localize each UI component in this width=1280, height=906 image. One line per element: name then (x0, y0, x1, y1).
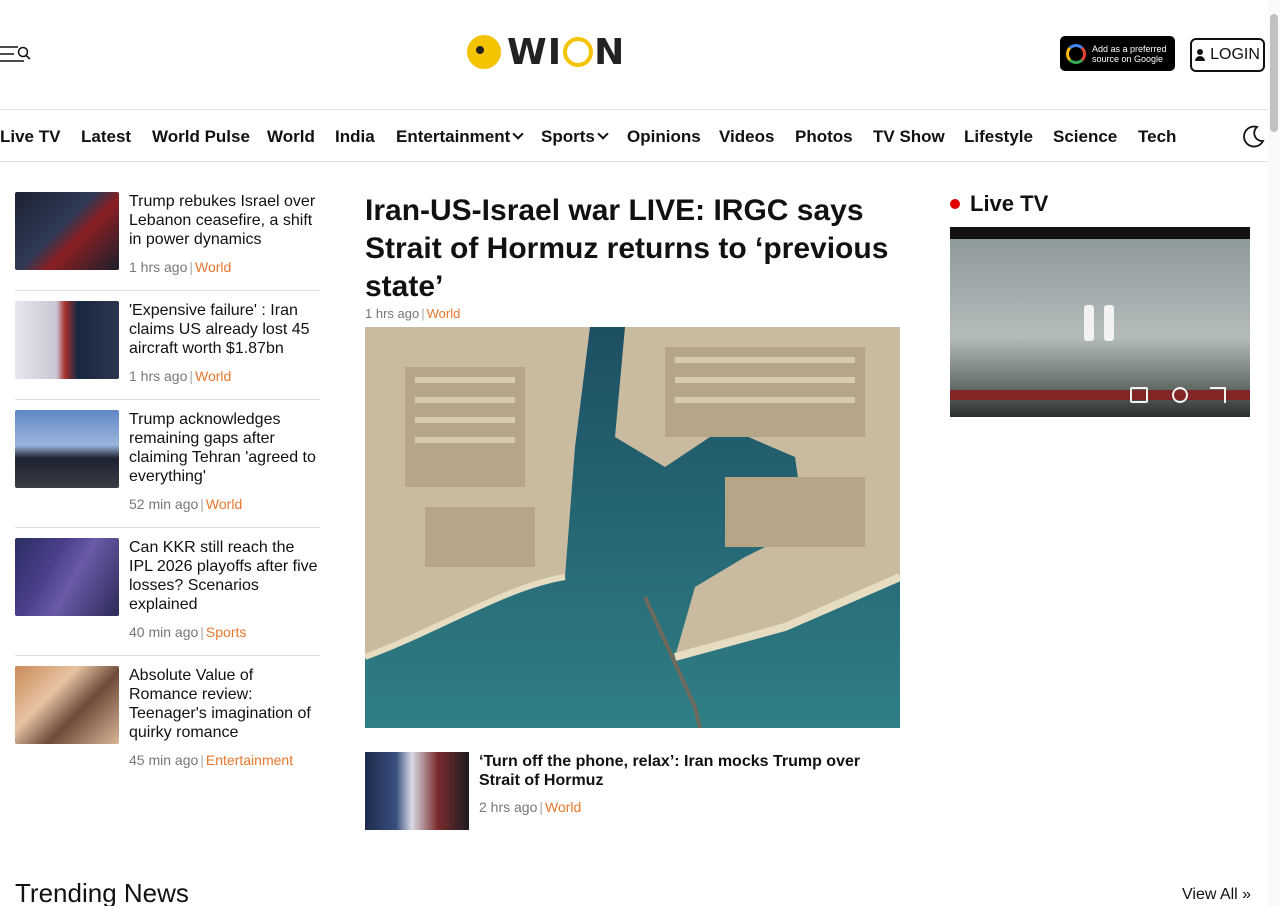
nav-item-sports[interactable]: Sports (541, 127, 609, 147)
story-meta: 52 min ago | World (129, 496, 243, 512)
story-category[interactable]: World (195, 259, 231, 275)
live-tv-label: Live TV (970, 191, 1049, 216)
breaking-ticker (950, 390, 1250, 400)
settings-gear-icon[interactable] (1172, 387, 1188, 403)
pause-icon[interactable] (1084, 305, 1116, 341)
story-category[interactable]: Entertainment (206, 752, 293, 768)
story-time: 52 min ago (129, 496, 199, 512)
logo-mark-icon (467, 35, 501, 69)
story-thumbnail[interactable] (365, 752, 469, 830)
list-item[interactable]: Trump rebukes Israel over Lebanon ceasef… (15, 192, 320, 282)
menu-search-icon[interactable] (0, 44, 32, 64)
divider (15, 399, 320, 400)
story-time: 40 min ago (129, 624, 199, 640)
nav-item-india[interactable]: India (335, 127, 375, 147)
nav-item-science[interactable]: Science (1053, 127, 1117, 147)
story-time: 1 hrs ago (129, 368, 188, 384)
list-item[interactable]: 'Expensive failure' : Iran claims US alr… (15, 301, 320, 391)
dark-mode-moon-icon[interactable] (1240, 124, 1266, 150)
divider (15, 527, 320, 528)
live-tv-heading[interactable]: Live TV (950, 191, 1048, 217)
nav-item-live-tv[interactable]: Live TV (0, 127, 60, 147)
secondary-story-meta: 2 hrs ago | World (479, 799, 582, 815)
mute-icon[interactable] (1130, 387, 1148, 403)
nav-item-world[interactable]: World (267, 127, 315, 147)
nav-item-videos[interactable]: Videos (719, 127, 774, 147)
divider (15, 655, 320, 656)
wion-logo[interactable]: WI N (467, 31, 626, 73)
story-time: 45 min ago (129, 752, 199, 768)
login-label: LOGIN (1210, 46, 1260, 63)
nav-item-photos[interactable]: Photos (795, 127, 853, 147)
main-nav: Live TV Latest World Pulse World India E… (0, 111, 1280, 162)
login-button[interactable]: LOGIN (1190, 38, 1265, 72)
story-title[interactable]: Trump rebukes Israel over Lebanon ceasef… (129, 192, 320, 249)
story-meta: 1 hrs ago | World (129, 368, 232, 384)
site-header: WI N Add as a preferred source on Google … (0, 0, 1280, 110)
story-thumbnail[interactable] (15, 410, 119, 488)
divider (15, 290, 320, 291)
live-dot-icon (950, 199, 960, 209)
nav-item-lifestyle[interactable]: Lifestyle (964, 127, 1033, 147)
google-preferred-source-button[interactable]: Add as a preferred source on Google (1060, 36, 1175, 71)
story-meta: 45 min ago | Entertainment (129, 752, 294, 768)
logo-wordmark: WI N (507, 31, 626, 73)
story-title[interactable]: 'Expensive failure' : Iran claims US alr… (129, 301, 320, 358)
story-meta: 1 hrs ago | World (129, 259, 232, 275)
story-thumbnail[interactable] (15, 666, 119, 744)
story-title[interactable]: Trump acknowledges remaining gaps after … (129, 410, 320, 486)
story-category[interactable]: World (195, 368, 231, 384)
nav-item-entertainment[interactable]: Entertainment (396, 127, 524, 147)
story-thumbnail[interactable] (15, 192, 119, 270)
story-category[interactable]: World (206, 496, 242, 512)
nav-item-entertainment-label: Entertainment (396, 127, 511, 146)
nav-item-tech[interactable]: Tech (1138, 127, 1176, 147)
story-category[interactable]: World (545, 799, 581, 815)
story-title[interactable]: Absolute Value of Romance review: Teenag… (129, 666, 320, 742)
list-item[interactable]: Can KKR still reach the IPL 2026 playoff… (15, 538, 320, 648)
user-icon (1195, 49, 1206, 61)
nav-item-sports-label: Sports (541, 127, 595, 146)
google-icon (1066, 43, 1086, 64)
fullscreen-icon[interactable] (1210, 387, 1226, 403)
chevron-down-icon (512, 128, 524, 140)
view-all-link[interactable]: View All » (1182, 886, 1251, 904)
main-story-headline[interactable]: Iran-US-Israel war LIVE: IRGC says Strai… (365, 192, 900, 306)
main-story-meta: 1 hrs ago | World (365, 306, 461, 321)
trending-news-heading: Trending News (15, 878, 189, 906)
story-time: 1 hrs ago (129, 259, 188, 275)
story-title[interactable]: Can KKR still reach the IPL 2026 playoff… (129, 538, 320, 614)
story-thumbnail[interactable] (15, 538, 119, 616)
page-scrollbar[interactable] (1268, 0, 1280, 906)
main-story-image[interactable] (365, 327, 900, 728)
list-item[interactable]: Trump acknowledges remaining gaps after … (15, 410, 320, 520)
chevron-down-icon (597, 128, 609, 140)
nav-item-opinions[interactable]: Opinions (627, 127, 701, 147)
live-tv-player[interactable] (950, 227, 1250, 417)
story-category[interactable]: Sports (206, 624, 246, 640)
story-time: 1 hrs ago (365, 306, 420, 321)
google-badge-label: Add as a preferred source on Google (1092, 43, 1167, 64)
list-item[interactable]: Absolute Value of Romance review: Teenag… (15, 666, 320, 776)
story-category[interactable]: World (427, 306, 461, 321)
story-thumbnail[interactable] (15, 301, 119, 379)
secondary-story-title[interactable]: ‘Turn off the phone, relax’: Iran mocks … (479, 752, 900, 790)
scrollbar-thumb[interactable] (1270, 14, 1278, 132)
nav-item-world-pulse[interactable]: World Pulse (152, 127, 250, 147)
nav-item-latest[interactable]: Latest (81, 127, 131, 147)
nav-item-tv-show[interactable]: TV Show (873, 127, 945, 147)
story-meta: 40 min ago | Sports (129, 624, 247, 640)
story-time: 2 hrs ago (479, 799, 538, 815)
